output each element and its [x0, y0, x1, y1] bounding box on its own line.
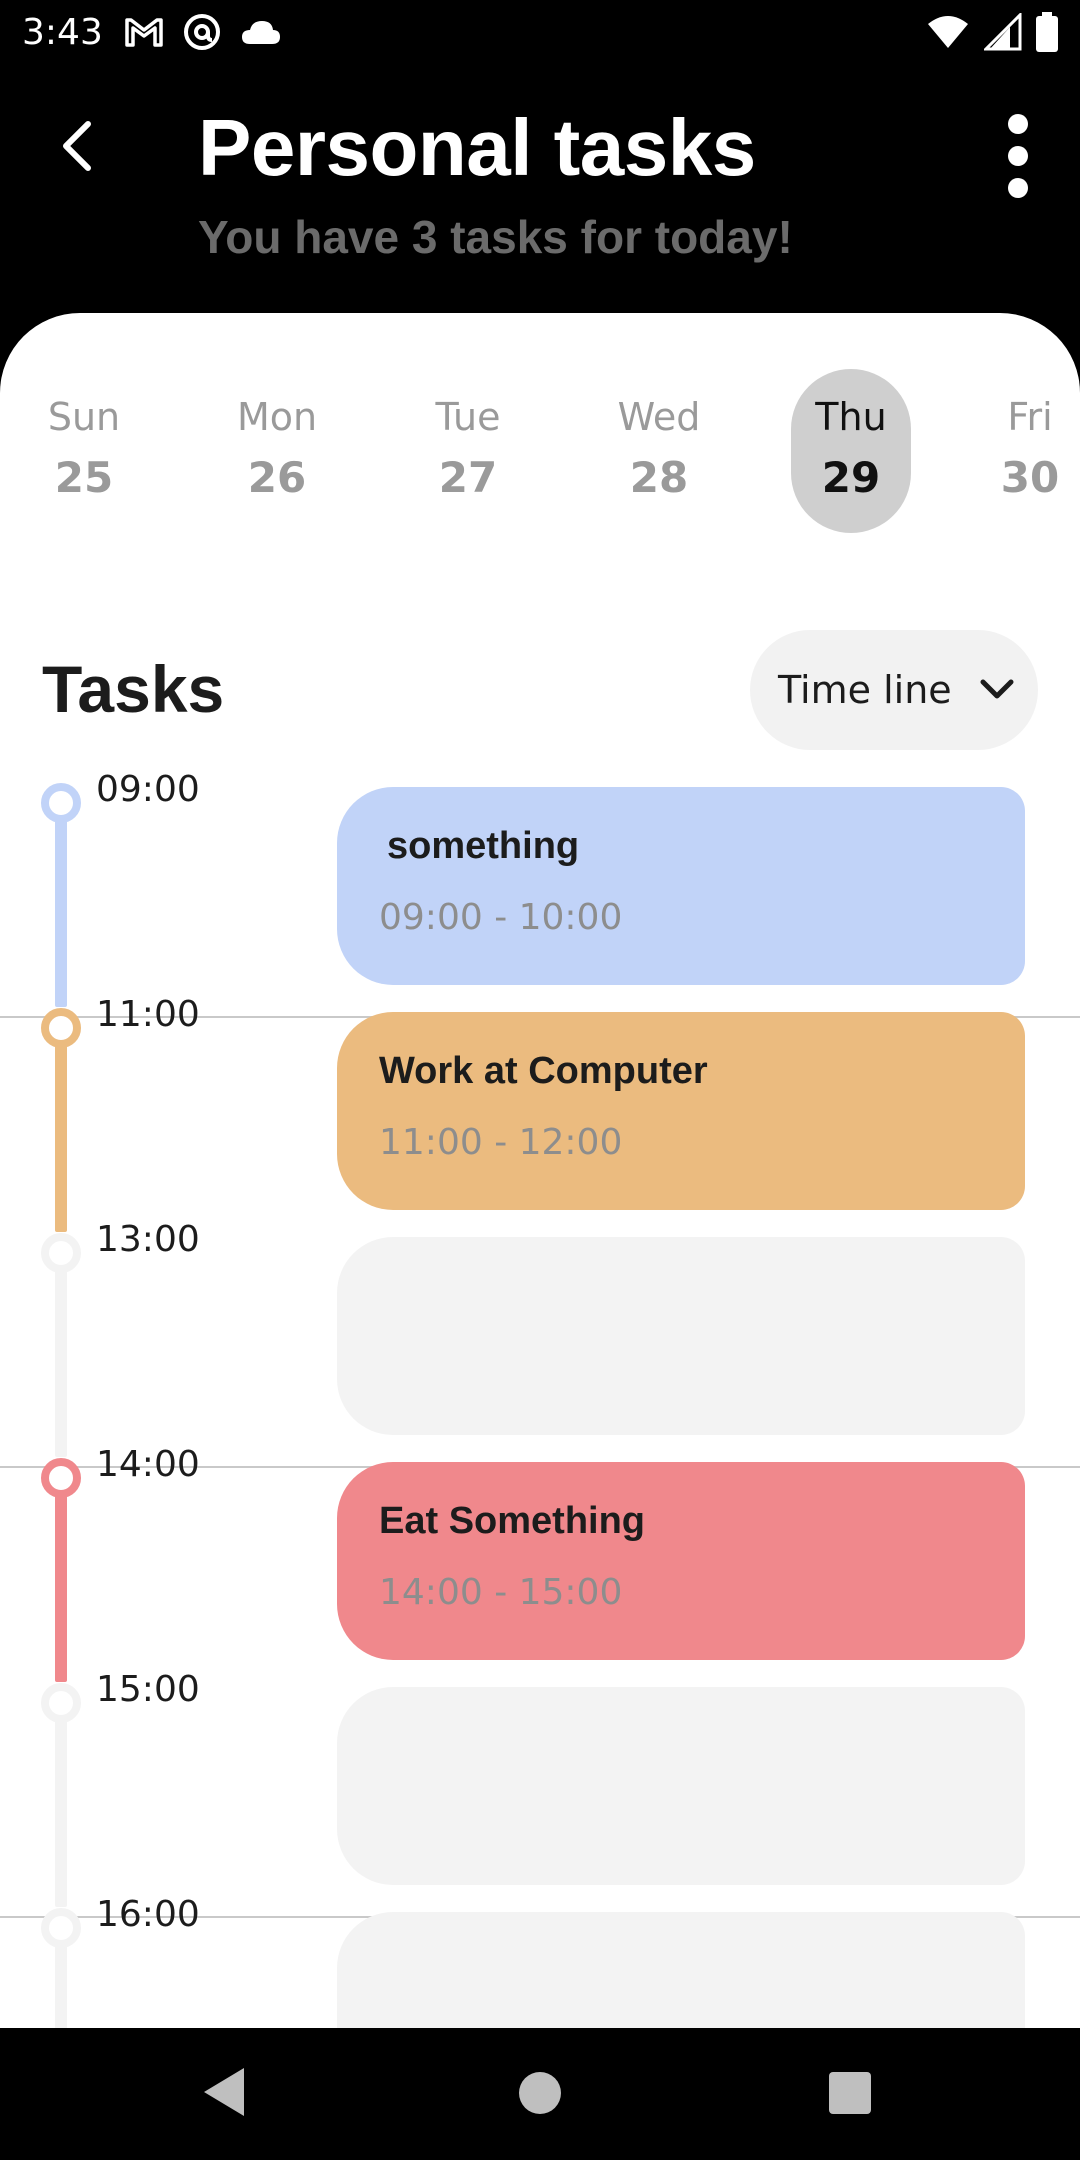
timeline-slot: 09:00 something 09:00 - 10:00 — [0, 769, 1080, 1008]
date-item-thu[interactable]: Thu 29 — [791, 369, 911, 533]
task-card[interactable]: Eat Something 14:00 - 15:00 — [337, 1462, 1025, 1660]
status-notification-icons — [124, 12, 282, 52]
page-subtitle: You have 3 tasks for today! — [198, 211, 793, 263]
date-item-sun[interactable]: Sun 25 — [24, 369, 144, 533]
slot-time: 16:00 — [96, 1894, 200, 1935]
empty-task-card[interactable] — [337, 1687, 1025, 1885]
status-bar: 3:43 — [0, 0, 1080, 66]
timeline-line — [55, 797, 67, 1007]
app-header: Personal tasks You have 3 tasks for toda… — [0, 66, 1080, 316]
slot-time: 14:00 — [96, 1444, 200, 1485]
status-system-icons — [926, 12, 1058, 52]
task-time-range: 11:00 - 12:00 — [379, 1122, 623, 1163]
task-time-range: 09:00 - 10:00 — [379, 897, 623, 938]
timeline-slot: 16:00 — [0, 1894, 1080, 2028]
empty-task-card[interactable] — [337, 1912, 1025, 2028]
timeline-slot: 13:00 — [0, 1219, 1080, 1458]
back-button[interactable] — [46, 114, 110, 178]
date-day-name: Sun — [47, 395, 121, 439]
slot-time: 11:00 — [96, 994, 200, 1035]
timeline-line — [55, 1022, 67, 1232]
date-item-tue[interactable]: Tue 27 — [408, 369, 528, 533]
date-day-number: 29 — [821, 453, 881, 502]
timeline-line — [55, 1472, 67, 1682]
date-day-number: 30 — [1000, 453, 1060, 502]
date-item-mon[interactable]: Mon 26 — [217, 369, 337, 533]
tasks-section-title: Tasks — [42, 652, 225, 726]
cell-signal-icon — [984, 13, 1022, 51]
date-day-name: Wed — [617, 395, 701, 439]
timeline-dot — [41, 1008, 81, 1048]
slot-time: 13:00 — [96, 1219, 200, 1260]
timeline-slot: 14:00 Eat Something 14:00 - 15:00 — [0, 1444, 1080, 1683]
date-day-number: 28 — [629, 453, 689, 502]
date-day-number: 26 — [247, 453, 307, 502]
chevron-left-icon — [63, 121, 91, 171]
wifi-icon — [928, 16, 968, 48]
slot-time: 09:00 — [96, 769, 200, 810]
date-strip[interactable]: Sun 25 Mon 26 Tue 27 Wed 28 Thu 29 Fri 3… — [0, 313, 1080, 543]
page-title: Personal tasks — [198, 103, 756, 192]
home-nav-icon[interactable] — [519, 2072, 561, 2114]
date-day-name: Mon — [236, 395, 318, 439]
back-nav-icon[interactable] — [204, 2068, 244, 2116]
date-day-number: 25 — [54, 453, 114, 502]
task-card[interactable]: Work at Computer 11:00 - 12:00 — [337, 1012, 1025, 1210]
date-day-number: 27 — [438, 453, 498, 502]
task-title: Work at Computer — [379, 1050, 708, 1092]
date-item-fri[interactable]: Fri 30 — [970, 369, 1080, 533]
timeline-line — [55, 1697, 67, 1907]
timeline-dot — [41, 1458, 81, 1498]
timeline-dot — [41, 1233, 81, 1273]
task-title: something — [387, 825, 580, 867]
main-sheet: Sun 25 Mon 26 Tue 27 Wed 28 Thu 29 Fri 3… — [0, 313, 1080, 2028]
timeline-slot: 11:00 Work at Computer 11:00 - 12:00 — [0, 994, 1080, 1233]
timeline-slot: 15:00 — [0, 1669, 1080, 1908]
date-day-name: Tue — [435, 395, 501, 439]
date-item-wed[interactable]: Wed 28 — [599, 369, 719, 533]
timeline-dot — [41, 783, 81, 823]
at-sign-icon — [184, 14, 220, 50]
task-title: Eat Something — [379, 1500, 646, 1542]
task-time-range: 14:00 - 15:00 — [379, 1572, 623, 1613]
timeline-line — [55, 1247, 67, 1457]
view-mode-dropdown[interactable]: Time line — [750, 630, 1038, 750]
battery-icon — [1036, 12, 1058, 52]
slot-time: 15:00 — [96, 1669, 200, 1710]
timeline-dot — [41, 1908, 81, 1948]
status-time: 3:43 — [22, 12, 103, 53]
gmail-icon — [125, 18, 163, 47]
system-navigation-bar — [0, 2028, 1080, 2160]
more-options-button[interactable] — [988, 106, 1048, 206]
empty-task-card[interactable] — [337, 1237, 1025, 1435]
chevron-down-icon — [980, 679, 1014, 699]
task-card[interactable]: something 09:00 - 10:00 — [337, 787, 1025, 985]
view-mode-label: Time line — [778, 668, 952, 712]
timeline-dot — [41, 1683, 81, 1723]
date-day-name: Thu — [815, 395, 887, 439]
recents-nav-icon[interactable] — [829, 2072, 871, 2114]
date-day-name: Fri — [1007, 395, 1053, 439]
cloud-icon — [242, 21, 280, 44]
more-vert-icon — [1008, 114, 1028, 134]
